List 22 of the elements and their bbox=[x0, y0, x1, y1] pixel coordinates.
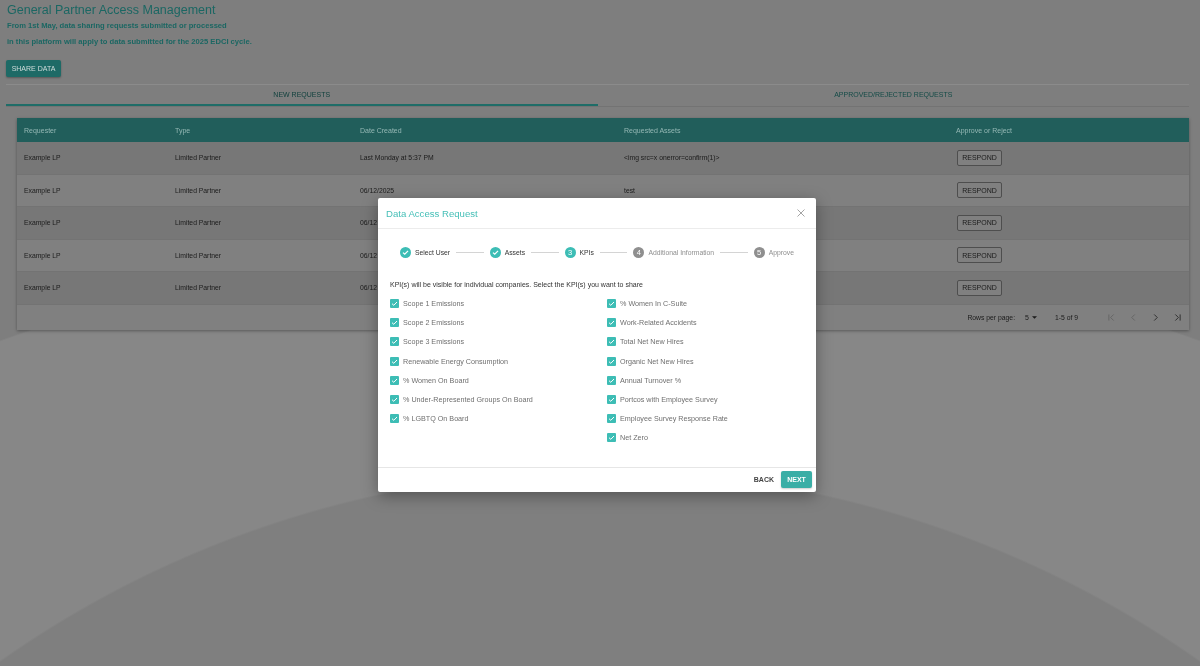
checkbox[interactable] bbox=[390, 318, 399, 328]
checkbox[interactable] bbox=[390, 375, 399, 385]
checkbox[interactable] bbox=[607, 395, 616, 405]
chevron-right-icon bbox=[1151, 313, 1159, 321]
checkbox[interactable] bbox=[390, 395, 399, 405]
checkbox[interactable] bbox=[390, 356, 399, 366]
checkbox[interactable] bbox=[607, 299, 616, 309]
dialog-title: Data Access Request bbox=[386, 207, 478, 219]
checkbox[interactable] bbox=[607, 318, 616, 328]
close-button[interactable] bbox=[795, 207, 807, 219]
checkbox[interactable] bbox=[607, 375, 616, 385]
checkbox[interactable] bbox=[390, 414, 399, 424]
checkbox[interactable] bbox=[607, 414, 616, 424]
checkbox[interactable] bbox=[390, 337, 399, 347]
checkbox[interactable] bbox=[607, 433, 616, 443]
page-title: General Partner Access Management bbox=[6, 2, 217, 18]
close-icon bbox=[797, 209, 805, 217]
chevron-bar-right-icon bbox=[1173, 313, 1181, 321]
checkbox[interactable] bbox=[607, 356, 616, 366]
checkbox[interactable] bbox=[607, 337, 616, 347]
checkbox[interactable] bbox=[390, 299, 399, 309]
caret-down-icon bbox=[1031, 315, 1037, 319]
